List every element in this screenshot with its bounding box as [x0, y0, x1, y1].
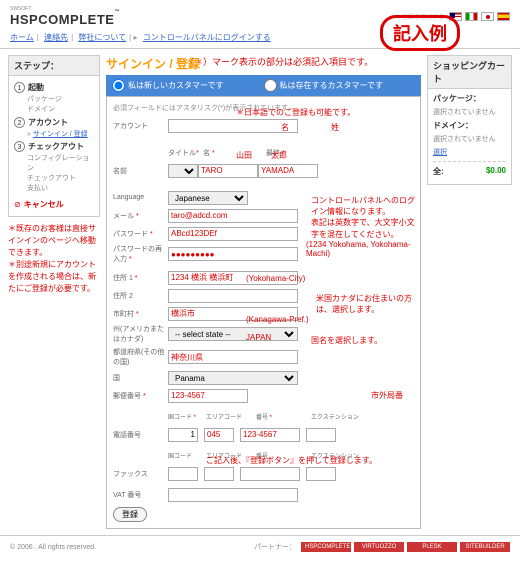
password-input[interactable]: [168, 227, 298, 241]
ann-yamada: 山田: [236, 150, 252, 161]
fax-area-input[interactable]: [204, 467, 234, 481]
lbl-country: 国: [113, 373, 168, 383]
step-3a: コンフィグレーション: [14, 154, 94, 174]
lbl-pref: 都道府県(その他の国): [113, 347, 168, 367]
step-3: チェックアウト: [28, 141, 84, 152]
ann-cp-info: コントロールパネルへのログイン情報になります。 表記は英数字で、大文字小文字を混…: [311, 195, 421, 240]
step-3b: チェックアウト: [14, 174, 94, 184]
badge-hspcomplete: HSPCOMPLETE: [301, 542, 351, 552]
cancel-link[interactable]: キャンセル: [24, 199, 64, 210]
ann-pref-en: (Kanagawa-Pref.): [246, 315, 309, 324]
partner-badges: HSPCOMPLETE VIRTUOZZO PLESK SITEBUILDER: [301, 542, 510, 552]
ann-taro: 太郎: [271, 150, 287, 161]
nav-cp[interactable]: コントロールパネルにログインする: [143, 33, 271, 42]
lbl-vat: VAT 番号: [113, 490, 168, 500]
badge-sitebuilder: SITEBUILDER: [460, 542, 510, 552]
email-input[interactable]: [168, 209, 298, 223]
nav-home[interactable]: ホーム: [10, 33, 34, 42]
language-flags[interactable]: [449, 12, 510, 21]
cart-select-link[interactable]: 選択: [433, 149, 447, 156]
flag-it-icon[interactable]: [465, 12, 478, 21]
tab-new-customer[interactable]: 私は新しいカスタマーです: [112, 79, 224, 92]
cart-total-label: 全:: [433, 166, 444, 177]
ann-sei: 姓: [331, 122, 339, 133]
ann-mei: 名: [281, 122, 289, 133]
step-1b: ドメイン: [14, 105, 94, 115]
cart-box: ショッピングカート パッケージ： 選択されていません ドメイン： 選択されていま…: [427, 55, 512, 185]
flag-es-icon[interactable]: [497, 12, 510, 21]
badge-plesk: PLESK: [407, 542, 457, 552]
lbl-addr2: 住所 2: [113, 291, 168, 301]
step-1: 起動: [28, 82, 44, 93]
signup-form: 必須フィールドにはアスタリスク(*)が表示されています。 アカウント ＊日本語で…: [106, 96, 421, 529]
first-name-input[interactable]: [198, 164, 258, 178]
ann-jp-ok: ＊日本語でのご登録も可能です。: [236, 107, 355, 118]
language-select[interactable]: Japanese: [168, 191, 248, 205]
tab-existing-customer[interactable]: 私は存在するカスタマーです: [264, 79, 384, 92]
phone-cc-input[interactable]: [168, 428, 198, 442]
ann-state-note: 米国カナダにお住まいの方は、選択します。: [316, 293, 421, 315]
nav-about[interactable]: 弊社について: [78, 33, 126, 42]
step-3c: 支払い: [14, 184, 94, 194]
steps-box: ステップ： 1起動 パッケージ ドメイン 2アカウント » サインイン / 登録…: [8, 55, 100, 217]
address2-input[interactable]: [168, 289, 298, 303]
cart-title: ショッピングカート: [428, 56, 511, 89]
cart-dom-value: 選択されていません: [433, 134, 506, 144]
cart-pkg-value: 選択されていません: [433, 107, 506, 117]
example-stamp: 記入例: [380, 15, 460, 51]
cart-dom-label: ドメイン：: [433, 120, 506, 131]
flag-jp-icon[interactable]: [481, 12, 494, 21]
country-select[interactable]: Panama: [168, 371, 298, 385]
zip-input[interactable]: [168, 389, 248, 403]
ann-submit-note: ご記入後、『登録ボタン』を押して登録します。: [206, 455, 377, 466]
fax-num-input[interactable]: [240, 467, 300, 481]
ann-area-note: 市外局番: [371, 390, 403, 401]
partner-label: パートナー：: [254, 542, 296, 552]
ann-japan: JAPAN: [246, 333, 271, 342]
ann-city-en: (Yokohama-City): [246, 274, 305, 283]
state-select[interactable]: -- select state --: [168, 327, 298, 341]
step-2: アカウント: [28, 117, 68, 128]
lbl-state: 州(アメリカまたはカナダ): [113, 324, 168, 344]
password-confirm-input[interactable]: [168, 247, 298, 261]
fax-ext-input[interactable]: [306, 467, 336, 481]
pref-input[interactable]: [168, 350, 298, 364]
lbl-account: アカウント: [113, 121, 168, 131]
lbl-fax: ファックス: [113, 469, 168, 479]
badge-virtuozzo: VIRTUOZZO: [354, 542, 404, 552]
phone-area-input[interactable]: [204, 428, 234, 442]
step-signin-link[interactable]: サインイン / 登録: [33, 131, 88, 138]
lbl-lang: Language: [113, 194, 168, 201]
account-input[interactable]: [168, 119, 298, 133]
side-note: ＊既存のお客様は直接サインインのページへ移動できます。 ＊別途新規にアカウントを…: [8, 223, 100, 295]
steps-title: ステップ：: [9, 56, 99, 76]
nav-contact[interactable]: 連絡先: [44, 33, 68, 42]
lbl-phone: 電話番号: [113, 430, 168, 440]
copyright: © 2006 . All rights reserved.: [10, 544, 96, 551]
phone-num-input[interactable]: [240, 428, 300, 442]
page-title: サインイン / 登録: [106, 55, 421, 72]
step-1a: パッケージ: [14, 95, 94, 105]
title-select[interactable]: [168, 164, 198, 178]
logo: HSPCOMPLETE™: [10, 12, 120, 27]
ann-addr-en: (1234 Yokohama, Yokohama-Machi): [306, 240, 421, 258]
vat-input[interactable]: [168, 488, 298, 502]
fax-cc-input[interactable]: [168, 467, 198, 481]
submit-button[interactable]: 登録: [113, 507, 147, 522]
ann-country-note: 国名を選択します。: [311, 335, 382, 346]
cart-pkg-label: パッケージ：: [433, 93, 506, 104]
cart-total-value: $0.00: [486, 166, 506, 177]
last-name-input[interactable]: [258, 164, 318, 178]
lbl-name: 名前: [113, 166, 168, 176]
phone-ext-input[interactable]: [306, 428, 336, 442]
